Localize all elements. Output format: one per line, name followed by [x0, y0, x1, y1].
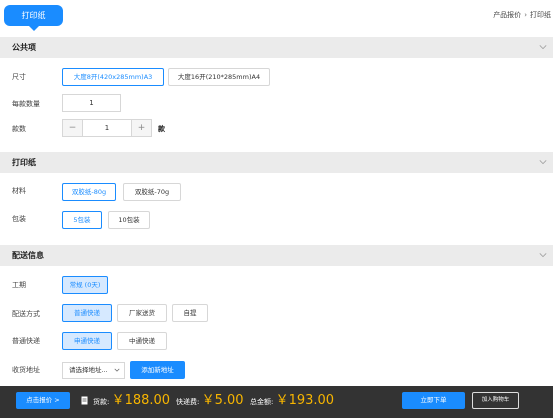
decrement-button[interactable]: −	[63, 120, 83, 136]
per-qty-input[interactable]: 1	[62, 94, 121, 112]
breadcrumb-item-current: 打印纸	[530, 11, 551, 19]
method-option-pickup[interactable]: 自提	[172, 304, 208, 322]
express-option-sto[interactable]: 申通快递	[62, 332, 112, 350]
section-title: 打印纸	[12, 158, 36, 167]
shipping-value: ￥5.00	[201, 393, 244, 408]
top-bar: 打印纸 产品报价 › 打印纸	[0, 0, 553, 36]
tab-print-paper[interactable]: 打印纸	[4, 5, 63, 31]
increment-button[interactable]: +	[131, 120, 151, 136]
section-header-common[interactable]: 公共项	[0, 37, 553, 58]
pack-option-10[interactable]: 10包装	[108, 211, 150, 229]
period-option-regular[interactable]: 常规 (0天)	[62, 276, 108, 294]
material-option-70g[interactable]: 双胶纸-70g	[123, 183, 181, 201]
section-header-paper[interactable]: 打印纸	[0, 152, 553, 173]
breadcrumb-separator: ›	[524, 11, 527, 19]
document-icon	[81, 396, 88, 405]
address-select[interactable]: 请选择地址...	[62, 362, 125, 379]
breadcrumb-item-quote[interactable]: 产品报价	[493, 11, 521, 19]
quote-button[interactable]: 点击报价 >	[16, 392, 70, 409]
shipping-label: 快递费:	[176, 398, 200, 406]
period-label: 工期	[12, 281, 26, 289]
breadcrumb: 产品报价 › 打印纸	[493, 10, 551, 20]
chevron-down-icon[interactable]	[539, 43, 547, 51]
material-label: 材料	[12, 187, 26, 195]
section-header-delivery[interactable]: 配送信息	[0, 245, 553, 266]
goods-label: 货款:	[93, 398, 110, 406]
total-label: 总金额:	[250, 398, 274, 406]
chevron-down-icon	[114, 368, 120, 372]
section-title: 公共项	[12, 43, 36, 52]
add-address-button[interactable]: 添加新地址	[130, 361, 185, 379]
goods-value: ￥188.00	[111, 393, 171, 408]
grand-total: 总金额: ￥193.00	[250, 389, 334, 413]
styles-unit: 款	[158, 125, 165, 133]
size-option-a3[interactable]: 大度8开(420x285mm)A3	[62, 68, 164, 86]
tab-pointer	[29, 26, 39, 31]
tab-label: 打印纸	[21, 11, 46, 20]
styles-input[interactable]: 1	[83, 120, 131, 136]
address-placeholder: 请选择地址...	[69, 366, 108, 374]
express-option-zto[interactable]: 中通快递	[117, 332, 167, 350]
material-option-80g[interactable]: 双胶纸-80g	[62, 183, 116, 201]
order-now-button[interactable]: 立即下单	[402, 392, 465, 409]
styles-label: 款数	[12, 125, 26, 133]
chevron-down-icon[interactable]	[539, 158, 547, 166]
chevron-down-icon[interactable]	[539, 251, 547, 259]
product-quote-page: 打印纸 产品报价 › 打印纸 公共项 尺寸 大度8开(420x285mm)A3 大度…	[0, 0, 553, 418]
method-option-factory[interactable]: 厂家送货	[117, 304, 167, 322]
per-qty-label: 每款数量	[12, 100, 40, 108]
pack-label: 包装	[12, 215, 26, 223]
section-title: 配送信息	[12, 251, 44, 260]
goods-total: 货款: ￥188.00	[93, 389, 170, 413]
add-to-cart-button[interactable]: 加入购物车	[472, 392, 519, 409]
size-label: 尺寸	[12, 73, 26, 81]
pack-option-5[interactable]: 5包装	[62, 211, 102, 229]
size-option-a4[interactable]: 大度16开(210*285mm)A4	[168, 68, 270, 86]
address-label: 收货地址	[12, 366, 40, 374]
shipping-total: 快递费: ￥5.00	[176, 389, 244, 413]
express-label: 普通快递	[12, 337, 40, 345]
method-option-express[interactable]: 普通快递	[62, 304, 112, 322]
styles-stepper: − 1 +	[62, 119, 152, 137]
method-label: 配送方式	[12, 310, 40, 318]
total-value: ￥193.00	[275, 393, 335, 408]
